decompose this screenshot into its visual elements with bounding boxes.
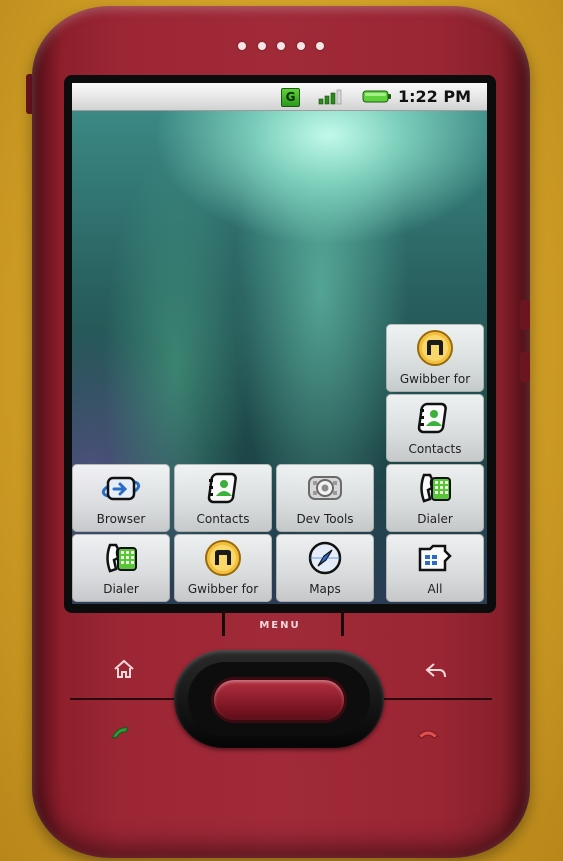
dev-tools-icon <box>308 476 342 500</box>
gwibber-icon <box>205 540 241 576</box>
shortcut-browser[interactable]: Browser <box>72 464 170 532</box>
shortcut-contacts[interactable]: Contacts <box>386 394 484 462</box>
earpiece-speaker <box>238 42 324 52</box>
shortcut-label: Browser <box>96 512 146 526</box>
browser-icon <box>101 476 141 501</box>
status-bar[interactable]: G 1:22 PM <box>72 83 487 111</box>
end-call-icon[interactable] <box>416 722 440 744</box>
key-divider <box>70 698 180 700</box>
phone-screen[interactable]: G 1:22 PM Gwibber for Contacts Browser C… <box>72 83 487 604</box>
contacts-icon <box>417 402 447 434</box>
trackball[interactable] <box>214 680 344 720</box>
shortcut-label: Gwibber for <box>187 582 259 596</box>
key-divider <box>382 698 492 700</box>
shortcut-contacts[interactable]: Contacts <box>174 464 272 532</box>
shortcut-label: Dialer <box>103 582 139 596</box>
speaker-dot <box>238 42 246 50</box>
clock: 1:22 PM <box>398 87 472 106</box>
signal-strength-icon <box>318 89 342 105</box>
speaker-dot <box>277 42 285 50</box>
shortcut-label: Gwibber for <box>399 372 471 386</box>
shortcut-dialer[interactable]: Dialer <box>72 534 170 602</box>
shortcut-dialer[interactable]: Dialer <box>386 464 484 532</box>
shortcut-all-apps[interactable]: All <box>386 534 484 602</box>
call-icon[interactable] <box>108 722 132 744</box>
shortcut-label: Maps <box>309 582 341 596</box>
dialer-icon <box>420 473 451 503</box>
shortcut-label: All <box>427 582 443 596</box>
battery-icon <box>362 90 391 103</box>
network-type-icon: G <box>281 88 300 107</box>
shortcut-label: Contacts <box>196 512 250 526</box>
dialer-icon <box>106 543 137 573</box>
speaker-dot <box>316 42 324 50</box>
back-icon[interactable] <box>424 660 448 682</box>
shortcut-label: Contacts <box>408 442 462 456</box>
maps-icon <box>308 541 342 575</box>
shortcut-maps[interactable]: Maps <box>276 534 374 602</box>
menu-key-label: MENU <box>259 620 301 631</box>
shortcut-label: Dialer <box>417 512 453 526</box>
shortcut-gwibber[interactable]: Gwibber for <box>174 534 272 602</box>
shortcut-gwibber[interactable]: Gwibber for <box>386 324 484 392</box>
home-icon[interactable] <box>112 658 136 680</box>
speaker-dot <box>296 42 305 50</box>
side-button-lower[interactable] <box>520 352 530 382</box>
shortcut-dev-tools[interactable]: Dev Tools <box>276 464 374 532</box>
speaker-dot <box>257 42 266 50</box>
gwibber-icon <box>417 330 453 366</box>
emulator-stage: G 1:22 PM Gwibber for Contacts Browser C… <box>0 0 563 861</box>
shortcut-label: Dev Tools <box>296 512 354 526</box>
contacts-icon <box>207 472 237 504</box>
all-apps-icon <box>418 544 452 572</box>
side-button-upper[interactable] <box>520 300 530 330</box>
